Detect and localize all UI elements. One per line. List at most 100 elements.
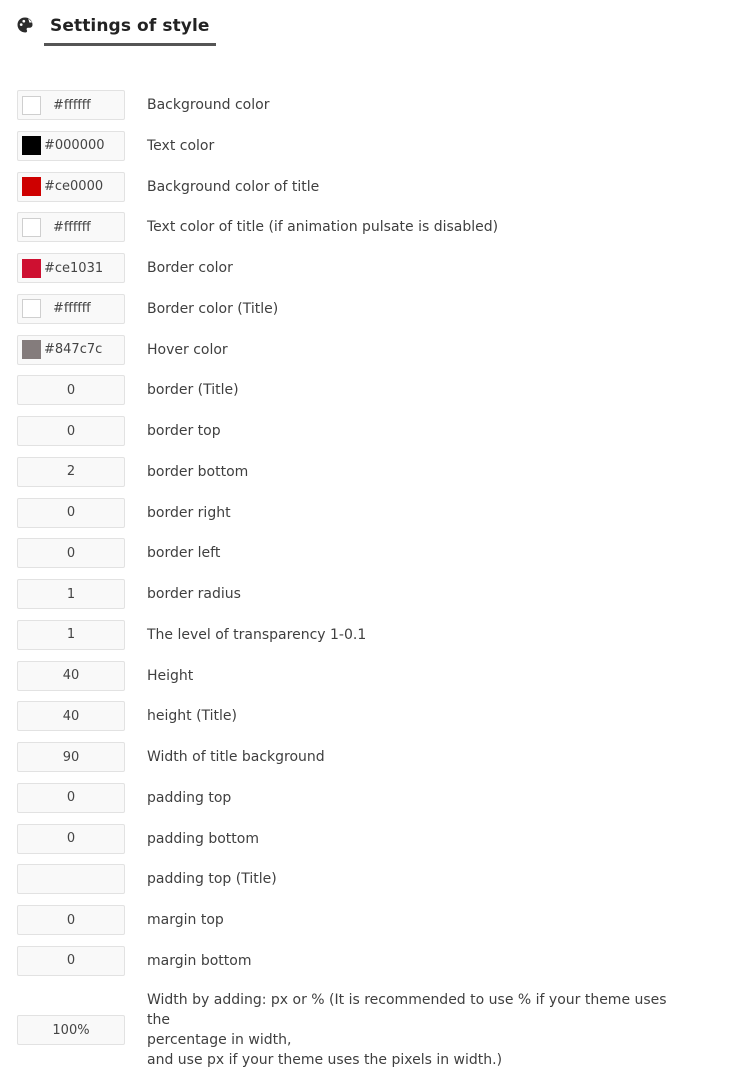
setting-label: Text color of title (if animation pulsat… <box>147 219 499 236</box>
field-value: 0 <box>66 953 76 969</box>
color-value: #ffffff <box>53 97 91 113</box>
setting-row: #000000 Text color <box>17 130 727 172</box>
setting-row: 0 border left <box>17 538 727 579</box>
color-swatch[interactable] <box>22 299 41 319</box>
section-header: Settings of style <box>16 8 216 46</box>
width-label: Width by adding: px or % (It is recommen… <box>147 990 687 1070</box>
color-swatch[interactable] <box>22 177 41 196</box>
setting-label: height (Title) <box>147 708 238 725</box>
setting-row: #ffffff Text color of title (if animation… <box>17 212 727 253</box>
color-picker-input[interactable]: #ce0000 <box>17 171 125 202</box>
palette-icon <box>16 16 34 34</box>
setting-label: Text color <box>147 137 215 154</box>
setting-row: 40 height (Title) <box>17 701 727 742</box>
color-swatch[interactable] <box>22 340 41 359</box>
width-label-line: Width by adding: px or % (It is recommen… <box>147 992 667 1028</box>
setting-row: #ce0000 Background color of title <box>17 171 727 213</box>
setting-label: padding top <box>147 789 232 806</box>
setting-label: border radius <box>147 586 241 602</box>
number-input[interactable]: 0 <box>17 823 125 854</box>
setting-row: #ffffff Background color <box>17 90 727 131</box>
field-value: 40 <box>62 668 80 683</box>
field-value: 90 <box>62 749 80 765</box>
field-value: 40 <box>62 708 80 724</box>
color-swatch[interactable] <box>22 258 41 278</box>
color-picker-input[interactable]: #000000 <box>17 130 125 161</box>
setting-row: 0 margin bottom <box>17 945 727 987</box>
width-value: 100% <box>52 1022 90 1038</box>
color-swatch[interactable] <box>22 136 41 156</box>
number-input[interactable]: 0 <box>17 945 125 976</box>
number-input[interactable]: 40 <box>17 701 125 732</box>
number-input[interactable]: 40 <box>17 660 125 691</box>
setting-row: #847c7c Hover color <box>17 334 727 376</box>
setting-label: Background color of title <box>147 178 320 195</box>
number-input[interactable]: 90 <box>17 742 125 772</box>
setting-label: Background color <box>147 97 270 113</box>
color-picker-input[interactable]: #847c7c <box>17 334 125 365</box>
color-picker-input[interactable]: #ffffff <box>17 212 125 243</box>
setting-label: border (Title) <box>147 382 239 399</box>
setting-label: The level of transparency 1-0.1 <box>147 626 367 643</box>
setting-row: 0 padding bottom <box>17 823 727 865</box>
number-input[interactable]: 0 <box>17 416 125 446</box>
number-input[interactable]: 0 <box>17 497 125 528</box>
setting-label: Width of title background <box>147 749 325 765</box>
color-value: #ffffff <box>53 219 91 235</box>
number-input[interactable]: 0 <box>17 375 125 406</box>
number-input[interactable]: 2 <box>17 456 125 487</box>
width-row: 100% Width by adding: px or % (It is rec… <box>17 990 727 1070</box>
setting-label: Hover color <box>147 341 228 358</box>
width-label-line: percentage in width, <box>147 1032 292 1048</box>
setting-label: border right <box>147 504 231 521</box>
color-value: #000000 <box>44 138 105 154</box>
field-value: 0 <box>66 382 76 398</box>
number-input[interactable]: 0 <box>17 538 125 569</box>
setting-label: border left <box>147 545 221 562</box>
setting-row: 1 The level of transparency 1-0.1 <box>17 619 727 661</box>
setting-label: Border color (Title) <box>147 300 279 317</box>
setting-row: padding top (Title) <box>17 864 727 905</box>
setting-label: border bottom <box>147 463 249 480</box>
field-value: 0 <box>66 912 76 928</box>
number-input[interactable]: 0 <box>17 782 125 813</box>
setting-row: 0 border right <box>17 497 727 539</box>
color-picker-input[interactable]: #ffffff <box>17 90 125 120</box>
number-input[interactable] <box>17 864 125 895</box>
color-value: #ce0000 <box>44 179 104 194</box>
color-swatch[interactable] <box>22 95 41 115</box>
number-input[interactable]: 1 <box>17 619 125 650</box>
setting-label: padding bottom <box>147 830 259 847</box>
width-input[interactable]: 100% <box>17 1015 125 1045</box>
settings-list: #ffffff Background color #000000 Text color… <box>17 90 727 987</box>
title-underline: Settings of style <box>44 16 216 46</box>
setting-label: margin top <box>147 912 224 928</box>
width-label-line: and use px if your theme uses the pixels… <box>147 1052 503 1068</box>
setting-row: 0 margin top <box>17 905 727 946</box>
setting-row: 2 border bottom <box>17 456 727 498</box>
color-value: #847c7c <box>44 342 103 357</box>
field-value: 2 <box>66 464 76 480</box>
setting-label: padding top (Title) <box>147 871 277 888</box>
color-value: #ce1031 <box>44 260 104 276</box>
field-value: 0 <box>66 545 76 561</box>
color-swatch[interactable] <box>22 217 41 237</box>
setting-row: 1 border radius <box>17 579 727 620</box>
setting-label: margin bottom <box>147 952 252 969</box>
number-input[interactable]: 0 <box>17 905 125 935</box>
setting-row: #ffffff Border color (Title) <box>17 293 727 335</box>
setting-row: 40 Height <box>17 660 727 702</box>
setting-row: #ce1031 Border color <box>17 253 727 294</box>
setting-row: 0 padding top <box>17 782 727 824</box>
setting-row: 90 Width of title background <box>17 742 727 783</box>
field-value: 1 <box>66 627 76 643</box>
field-value: 1 <box>66 586 76 602</box>
setting-label: Height <box>147 667 194 684</box>
field-value: 0 <box>66 790 76 806</box>
setting-label: Border color <box>147 260 233 276</box>
color-picker-input[interactable]: #ffffff <box>17 293 125 324</box>
number-input[interactable]: 1 <box>17 579 125 609</box>
color-picker-input[interactable]: #ce1031 <box>17 253 125 283</box>
field-value: 0 <box>66 505 76 520</box>
setting-row: 0 border (Title) <box>17 375 727 416</box>
